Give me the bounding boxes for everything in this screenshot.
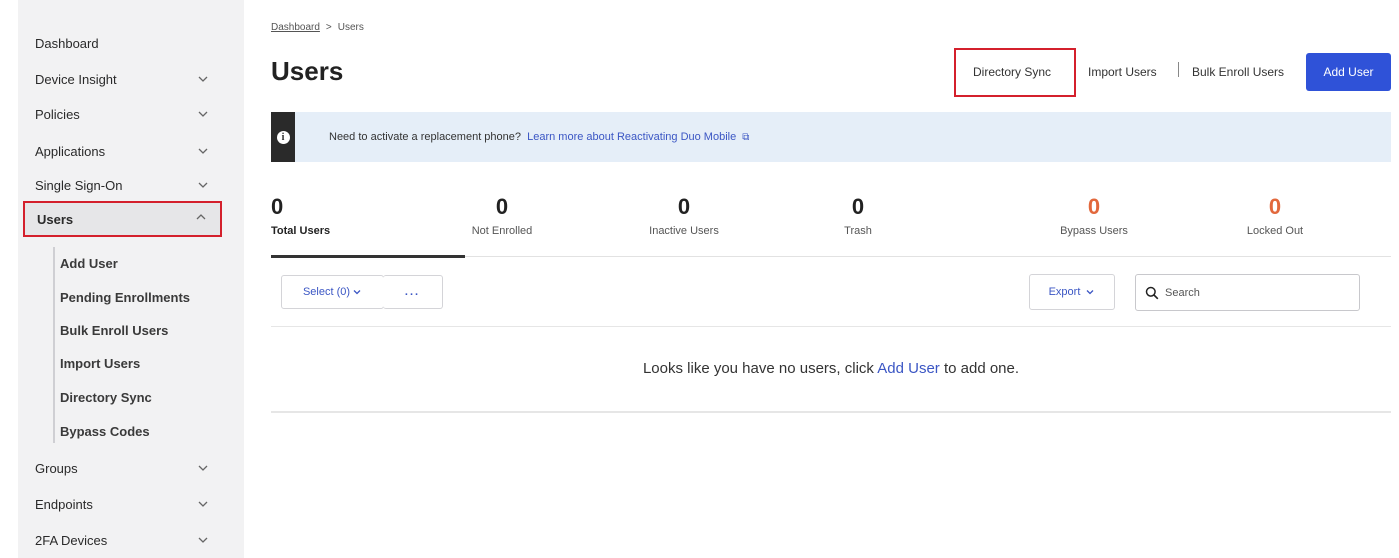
chevron-down-icon [198, 148, 208, 154]
breadcrumb: Dashboard > Users [271, 22, 364, 33]
stat-inactive-users[interactable]: 0 Inactive Users [624, 194, 744, 238]
table-top-divider [271, 326, 1391, 327]
bulk-enroll-users-link[interactable]: Bulk Enroll Users [1192, 65, 1284, 79]
sidebar-item-single-sign-on[interactable]: Single Sign-On [18, 170, 244, 200]
sidebar-item-2fa-devices[interactable]: 2FA Devices [18, 525, 244, 555]
stat-label: Trash [844, 225, 872, 237]
search-input[interactable] [1165, 286, 1345, 299]
import-users-link[interactable]: Import Users [1088, 65, 1157, 79]
export-dropdown[interactable]: Export [1029, 274, 1115, 310]
sidebar-item-label: Policies [35, 106, 80, 122]
chevron-down-icon [198, 111, 208, 117]
stat-value: 0 [677, 194, 691, 219]
sidebar-subitem-add-user[interactable]: Add User [60, 250, 118, 276]
chevron-down-icon [198, 537, 208, 543]
search-box[interactable] [1135, 274, 1360, 311]
stat-trash[interactable]: 0 Trash [798, 194, 918, 238]
sidebar-item-label: Applications [35, 143, 106, 159]
sidebar-item-label: 2FA Devices [35, 532, 108, 548]
info-banner-text: Need to activate a replacement phone? Le… [329, 131, 749, 143]
info-banner: i Need to activate a replacement phone? … [271, 112, 1391, 162]
empty-state-add-user-link[interactable]: Add User [877, 360, 940, 377]
sidebar-subitem-pending-enrollments[interactable]: Pending Enrollments [60, 284, 190, 310]
directory-sync-link[interactable]: Directory Sync [973, 65, 1051, 79]
chevron-down-icon [198, 465, 208, 471]
submenu-guide-line [53, 247, 55, 443]
header-divider [1178, 62, 1179, 77]
more-actions-button[interactable]: ... [383, 275, 443, 309]
add-user-button[interactable]: Add User [1306, 53, 1391, 91]
export-dropdown-label: Export [1048, 286, 1081, 298]
stat-value: 0 [495, 194, 509, 219]
sidebar-item-device-insight[interactable]: Device Insight [18, 64, 244, 94]
breadcrumb-current: Users [337, 22, 364, 33]
info-icon: i [276, 130, 290, 144]
stat-label: Locked Out [1246, 225, 1304, 237]
external-link-icon[interactable]: ⧉ [742, 132, 749, 143]
empty-state-message: Looks like you have no users, click Add … [271, 360, 1391, 377]
sidebar: Dashboard Device Insight Policies Applic… [18, 0, 244, 558]
empty-state-prefix: Looks like you have no users, click [642, 360, 874, 377]
stat-value: 0 [1268, 194, 1282, 219]
sidebar-item-label: Device Insight [35, 71, 117, 87]
sidebar-item-label: Endpoints [35, 496, 93, 512]
chevron-up-icon [196, 214, 206, 220]
stat-value: 0 [1087, 194, 1101, 219]
page-title: Users [271, 56, 344, 86]
chevron-down-icon [198, 182, 208, 188]
stat-label: Not Enrolled [471, 225, 533, 237]
search-icon [1145, 286, 1159, 299]
sidebar-item-policies[interactable]: Policies [18, 99, 244, 129]
sidebar-subitem-directory-sync[interactable]: Directory Sync [60, 384, 152, 410]
chevron-down-icon [198, 501, 208, 507]
select-dropdown-label: Select (0) [302, 286, 351, 298]
sidebar-item-label: Users [37, 211, 74, 227]
sidebar-item-dashboard[interactable]: Dashboard [18, 28, 244, 58]
breadcrumb-separator: > [325, 22, 332, 33]
chevron-down-icon [198, 76, 208, 82]
active-tab-indicator [271, 255, 465, 258]
info-icon-container: i [271, 112, 295, 162]
reactivating-duo-mobile-link[interactable]: Learn more about Reactivating Duo Mobile [527, 131, 736, 143]
stat-value: 0 [851, 194, 865, 219]
select-dropdown[interactable]: Select (0) [281, 275, 384, 309]
breadcrumb-dashboard-link[interactable]: Dashboard [271, 22, 320, 33]
sidebar-subitem-bulk-enroll-users[interactable]: Bulk Enroll Users [60, 317, 168, 343]
empty-state-suffix: to add one. [943, 360, 1020, 377]
sidebar-item-applications[interactable]: Applications [18, 136, 244, 166]
stat-bypass-users[interactable]: 0 Bypass Users [1034, 194, 1154, 238]
sidebar-subitem-bypass-codes[interactable]: Bypass Codes [60, 418, 150, 444]
stat-label: Inactive Users [649, 225, 719, 237]
chevron-down-icon [353, 290, 361, 295]
stat-not-enrolled[interactable]: 0 Not Enrolled [442, 194, 562, 238]
sidebar-item-label: Dashboard [35, 35, 99, 51]
stat-total-users[interactable]: 0 Total Users [271, 194, 391, 238]
stat-label: Total Users [271, 225, 331, 237]
sidebar-item-label: Groups [35, 460, 78, 476]
stat-value: 0 [271, 194, 284, 219]
sidebar-subitem-import-users[interactable]: Import Users [60, 350, 140, 376]
sidebar-item-label: Single Sign-On [35, 177, 123, 193]
sidebar-item-groups[interactable]: Groups [18, 453, 244, 483]
sidebar-item-users[interactable]: Users [23, 201, 222, 237]
chevron-down-icon [1086, 290, 1094, 295]
stat-locked-out[interactable]: 0 Locked Out [1215, 194, 1335, 238]
more-actions-label: ... [404, 286, 421, 298]
sidebar-item-endpoints[interactable]: Endpoints [18, 489, 244, 519]
table-bottom-divider [271, 411, 1391, 413]
stat-label: Bypass Users [1060, 225, 1128, 237]
info-banner-message: Need to activate a replacement phone? [329, 131, 522, 143]
